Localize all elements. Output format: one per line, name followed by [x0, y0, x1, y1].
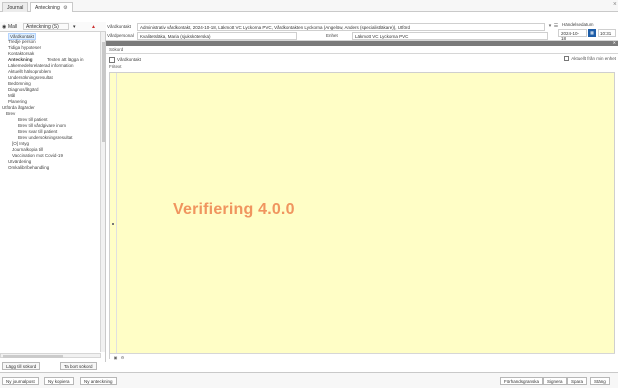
tree-item-anteckning-extra: Texten att lägga in [47, 57, 84, 62]
tree-item-lakemedel[interactable]: Läkemedelsrelaterad information [8, 63, 74, 68]
vardkontakt-label: Vårdkontakt [107, 24, 132, 29]
image-icon[interactable]: ▣ [113, 355, 118, 360]
checkbox-icon[interactable] [109, 57, 115, 63]
tree-item-brev-undersokning[interactable]: Brev undersökningsresultat [18, 135, 73, 140]
tree-item-brev-svar[interactable]: Brev svar till patient [18, 129, 57, 134]
tree-item-intyg[interactable]: [O] Intyg [12, 141, 29, 146]
tree-item-utforda[interactable]: Utförda åtgärder [2, 105, 35, 110]
aktuellt-checkbox[interactable] [564, 56, 570, 62]
tab-anteckning-label: Anteckning [35, 5, 60, 11]
mall-select[interactable]: Anteckning (S) [23, 23, 69, 30]
time-input[interactable]: 10:31 [598, 29, 616, 37]
date-input[interactable]: 2024-10-18 [558, 29, 587, 41]
collapse-icon[interactable]: ✕ [613, 40, 616, 45]
template-tree: Vårdkontakt Tredje person Tidiga hypotes… [0, 32, 101, 352]
add-sokord-button[interactable]: Lägg till sökord [2, 362, 41, 370]
date-label: Händelsedatum [562, 22, 594, 27]
tree-item-tredje-person[interactable]: Tredje person [8, 39, 36, 44]
tree-item-anteckning[interactable]: Anteckning [8, 57, 33, 62]
dropdown-icon[interactable]: ▾ [73, 24, 76, 30]
editor-marker [112, 223, 114, 225]
tree-item-bedomning[interactable]: Bedömning [8, 81, 31, 86]
bottom-toolbar: Ny journalpost Ny kopiera Ny anteckning … [0, 372, 618, 388]
new-note-button[interactable]: Ny anteckning [80, 377, 117, 385]
gear-icon[interactable]: ⚙ [63, 5, 67, 11]
remove-sokord-button[interactable]: Ta bort sökord [60, 362, 97, 370]
new-journalpost-button[interactable]: Ny journalpost [2, 377, 39, 385]
note-header: Vårdkontakt Administrativ vårdkontakt, 2… [106, 22, 618, 41]
tree-item-mal[interactable]: Mål [8, 93, 15, 98]
editor-toolbar: ▣ ⚙ [110, 353, 615, 360]
editor-scrollbar[interactable] [110, 73, 117, 360]
verifiering-watermark: Verifiering 4.0.0 [173, 201, 295, 218]
tree-item-kontaktorsak[interactable]: Kontaktorsak [8, 51, 34, 56]
date-group: Händelsedatum 2024-10-18 ▦ 10:31 [558, 22, 616, 41]
sign-button[interactable]: Signera [543, 377, 567, 385]
tree-item-vaccination[interactable]: Vaccination mot Covid-19 [12, 153, 63, 158]
tree-item-journalkopia[interactable]: Journalkopia till [12, 147, 43, 152]
tree-item-brev[interactable]: Brev [6, 111, 15, 116]
vardkontakt-heading: Vårdkontakt [109, 57, 141, 63]
left-footer: Lägg till sökord Ta bort sökord [2, 362, 112, 372]
tree-item-brev-vardgivare[interactable]: Brev till vårdgivare inom [18, 123, 66, 128]
new-copy-button[interactable]: Ny kopiera [44, 377, 74, 385]
mall-radio-icon[interactable]: ◉ [2, 24, 6, 30]
tree-item-planering[interactable]: Planering [8, 99, 27, 104]
enhet-label: Enhet [326, 33, 338, 38]
section-divider [106, 53, 618, 54]
aktuellt-checkbox-group[interactable]: Aktuellt från min enhet [564, 56, 616, 62]
tree-item-utvardering[interactable]: Utvärdering [8, 159, 31, 164]
aktuellt-checkbox-label: Aktuellt från min enhet [571, 56, 616, 61]
person-icon[interactable]: ▲ [91, 24, 96, 30]
tree-hscroll-thumb[interactable] [3, 355, 63, 358]
tree-item-brev-patient[interactable]: Brev till patient [18, 117, 48, 122]
tree-item-omkalibr[interactable]: Omkalibr/behandling [8, 165, 49, 170]
section-toolbar: ✕ [106, 40, 618, 46]
vardkontakt-heading-label: Vårdkontakt [117, 57, 142, 63]
enhet-field[interactable]: Läkmott VC Lyckorna PVC [352, 32, 548, 40]
template-tree-pane: ◉ Mall Anteckning (S) ▾ ▲ Vårdkontakt Tr… [0, 22, 106, 362]
settings-icon[interactable]: ⚙ [120, 355, 125, 360]
tree-item-aktuellt[interactable]: Aktuellt hälsoproblem [8, 69, 51, 74]
tree-horizontal-scrollbar[interactable] [0, 353, 101, 358]
tree-item-tidiga-hypoteser[interactable]: Tidiga hypoteser [8, 45, 41, 50]
tree-item-undersokning[interactable]: Undersökningsresultat [8, 75, 53, 80]
mall-label: Mall [8, 24, 18, 30]
tree-scroll-thumb[interactable] [102, 42, 105, 142]
preview-button[interactable]: Förhandsgranska [500, 377, 544, 385]
sokord-label: Sökord [109, 47, 124, 52]
close-icon[interactable]: ⨯ [613, 1, 617, 7]
tab-journal[interactable]: Journal [2, 2, 29, 12]
note-content: ✕ Sökord Vårdkontakt Aktuellt från min e… [106, 40, 618, 362]
note-editor[interactable]: Verifiering 4.0.0 ▣ ⚙ [109, 72, 615, 360]
close-button[interactable]: Stäng [590, 377, 610, 385]
template-toolbar: ◉ Mall Anteckning (S) ▾ ▲ [0, 22, 106, 32]
top-tabbar: Journal Anteckning ⚙ ⨯ [0, 0, 618, 12]
vardkontakt-field[interactable]: Administrativ vårdkontakt, 2024-10-18, L… [137, 23, 545, 31]
calendar-icon[interactable]: ▦ [588, 29, 596, 37]
signerare-field[interactable]: Kvalitetsläka, Maria (sjuksköterska) [137, 32, 297, 40]
signerare-label: Vårdpersonal [107, 33, 134, 38]
save-button[interactable]: Spara [567, 377, 588, 385]
tree-vertical-scrollbar[interactable] [100, 32, 105, 352]
tab-anteckning[interactable]: Anteckning ⚙ [30, 2, 73, 12]
tree-item-diagnos[interactable]: Diagnos/åtgärd [8, 87, 39, 92]
fritext-label: Fritext [109, 64, 122, 69]
